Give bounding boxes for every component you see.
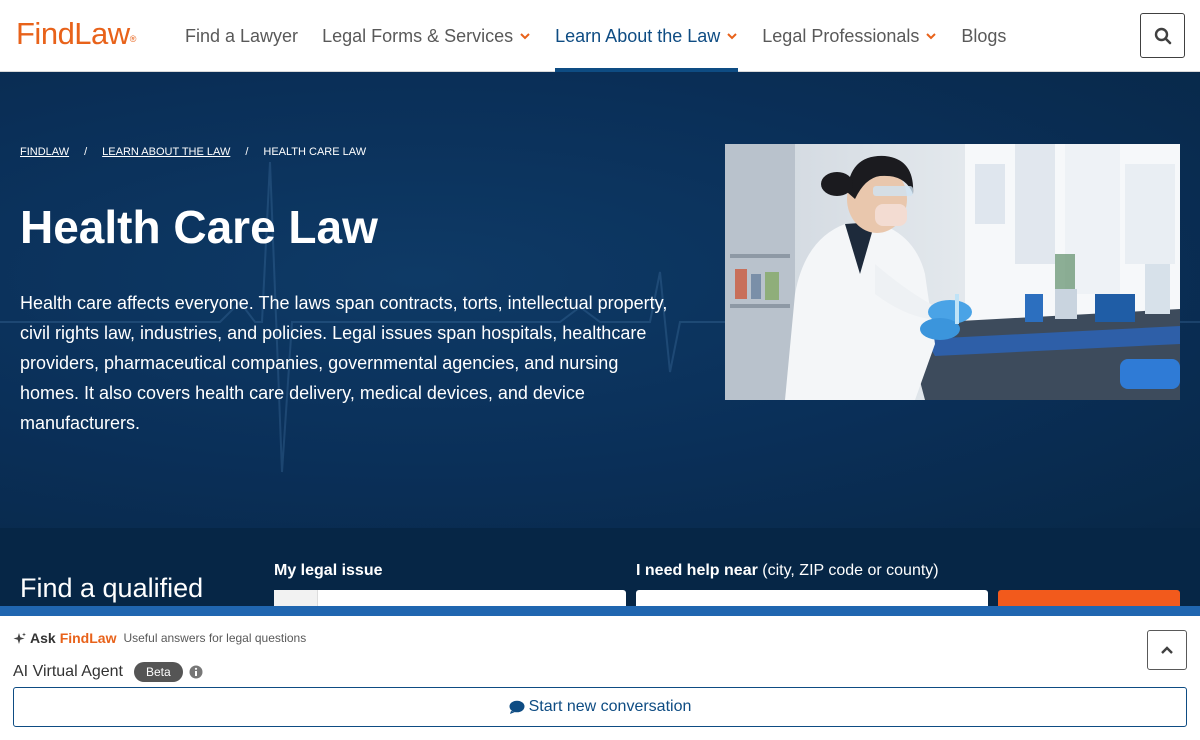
location-label: I need help near (city, ZIP code or coun… (636, 562, 939, 580)
site-header: FindLaw® Find a Lawyer Legal Forms & Ser… (0, 0, 1200, 72)
start-conversation-button[interactable]: Start new conversation (13, 687, 1187, 727)
nav-label: Legal Professionals (762, 25, 920, 46)
page-title: Health Care Law (20, 201, 378, 253)
nav-legal-professionals[interactable]: Legal Professionals (762, 0, 937, 72)
nav-label: Find a Lawyer (185, 25, 299, 46)
registered-mark: ® (129, 34, 137, 44)
hero-section: FINDLAW / LEARN ABOUT THE LAW / HEALTH C… (0, 72, 1200, 528)
ask-brand: FindLaw (59, 630, 117, 646)
chevron-down-icon (520, 33, 530, 40)
agent-row: AI Virtual Agent Beta (13, 662, 203, 682)
page-description: Health care affects everyone. The laws s… (20, 293, 668, 433)
breadcrumb-separator: / (84, 146, 88, 158)
nav-blogs[interactable]: Blogs (961, 0, 1006, 72)
logo-text: FindLaw (16, 16, 130, 51)
chevron-down-icon (727, 33, 737, 40)
search-icon (1154, 27, 1171, 44)
chevron-up-icon (1161, 646, 1173, 654)
nav-learn-about-the-law[interactable]: Learn About the Law (555, 0, 739, 72)
ask-findlaw-header: Ask FindLaw Useful answers for legal que… (13, 630, 306, 646)
start-conversation-label: Start new conversation (528, 698, 692, 715)
ask-findlaw-panel: Ask FindLaw Useful answers for legal que… (0, 606, 1200, 740)
location-label-hint: (city, ZIP code or county) (757, 562, 939, 579)
chat-bubble-icon (509, 700, 525, 714)
breadcrumb-learn-about-the-law[interactable]: LEARN ABOUT THE LAW (102, 146, 230, 158)
collapse-panel-button[interactable] (1147, 630, 1187, 670)
beta-badge: Beta (134, 662, 183, 682)
nav-label: Learn About the Law (555, 25, 721, 46)
legal-issue-label: My legal issue (274, 562, 383, 580)
nav-legal-forms-services[interactable]: Legal Forms & Services (322, 0, 531, 72)
ask-subtitle: Useful answers for legal questions (123, 631, 307, 645)
chevron-down-icon (926, 33, 937, 40)
breadcrumb-findlaw[interactable]: FINDLAW (20, 146, 69, 158)
sparkle-icon (13, 632, 26, 644)
legal-issue-label-text: My legal issue (274, 562, 383, 579)
agent-name: AI Virtual Agent (13, 663, 123, 680)
nav-label: Blogs (961, 25, 1007, 46)
hero-image-lab-technician (725, 144, 1180, 400)
find-lawyer-band: Find a qualified My legal issue I need h… (0, 528, 1200, 620)
search-button[interactable] (1140, 13, 1185, 58)
breadcrumb: FINDLAW / LEARN ABOUT THE LAW / HEALTH C… (20, 146, 366, 158)
nav-find-a-lawyer[interactable]: Find a Lawyer (185, 0, 298, 72)
info-icon[interactable] (189, 665, 203, 679)
nav-label: Legal Forms & Services (322, 25, 514, 46)
find-lawyer-heading: Find a qualified (20, 573, 204, 603)
main-nav: Find a Lawyer Legal Forms & Services Lea… (185, 0, 1030, 72)
ask-word: Ask (30, 630, 56, 646)
findlaw-logo[interactable]: FindLaw® (16, 16, 136, 52)
breadcrumb-current: HEALTH CARE LAW (263, 146, 367, 158)
breadcrumb-separator: / (245, 146, 249, 158)
location-label-bold: I need help near (636, 562, 758, 579)
